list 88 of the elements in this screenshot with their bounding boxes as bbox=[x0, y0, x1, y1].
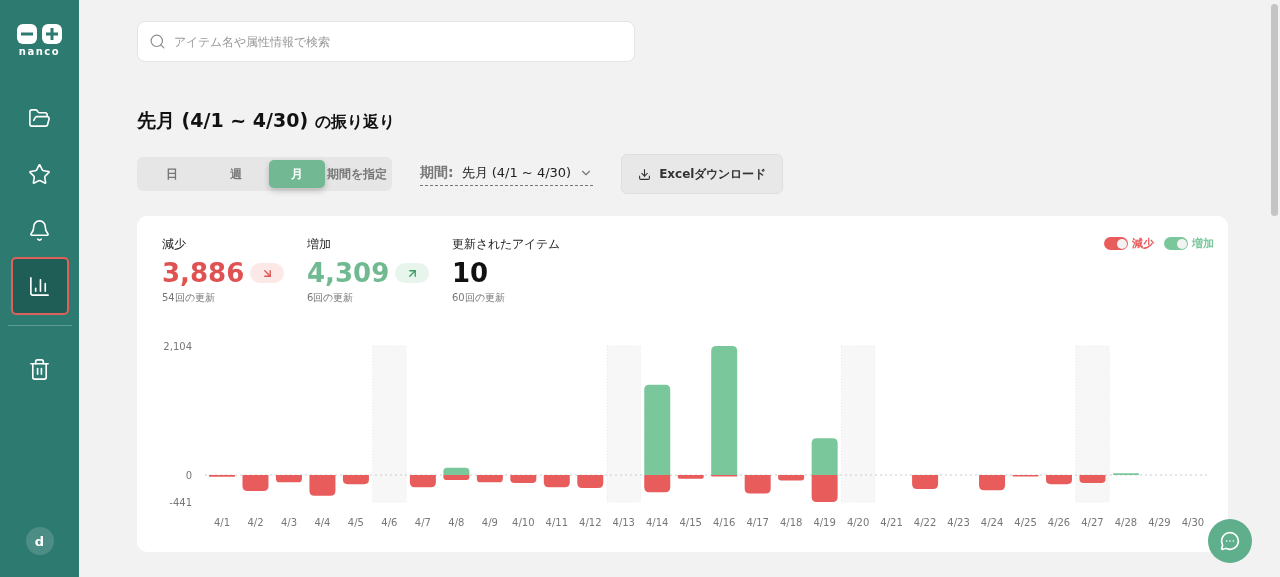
period-tab[interactable]: 期間を指定 bbox=[324, 160, 389, 188]
y-tick-label: 2,104 bbox=[163, 341, 192, 352]
x-tick-label: 4/27 bbox=[1081, 517, 1104, 528]
star-icon bbox=[28, 162, 51, 186]
excel-download-button[interactable]: Excelダウンロード bbox=[621, 154, 784, 194]
legend-toggle[interactable] bbox=[1104, 237, 1128, 250]
x-tick-label: 4/12 bbox=[579, 517, 602, 528]
x-tick-label: 4/25 bbox=[1014, 517, 1037, 528]
folder-icon bbox=[28, 106, 51, 130]
bar bbox=[409, 475, 436, 488]
x-tick-label: 4/17 bbox=[746, 517, 769, 528]
bar bbox=[242, 475, 269, 491]
bar bbox=[811, 475, 838, 503]
bar bbox=[979, 475, 1006, 491]
user-avatar[interactable]: d bbox=[25, 527, 54, 555]
bell-icon bbox=[28, 218, 51, 242]
stat-value: 3,886 bbox=[162, 257, 245, 289]
y-tick-label: 0 bbox=[185, 470, 192, 481]
x-tick-label: 4/19 bbox=[813, 517, 836, 528]
period-dropdown[interactable]: 期間: 先月 (4/1 ~ 4/30) bbox=[420, 162, 594, 186]
bar bbox=[1079, 475, 1106, 483]
search-field[interactable]: アイテム名や属性情報で検索 bbox=[137, 21, 635, 62]
x-tick-label: 4/1 bbox=[213, 517, 231, 528]
x-tick-label: 4/26 bbox=[1047, 517, 1071, 528]
bar bbox=[543, 475, 570, 488]
x-tick-label: 4/23 bbox=[947, 517, 970, 528]
x-tick-label: 4/9 bbox=[481, 517, 498, 528]
bar bbox=[577, 475, 604, 488]
x-tick-label: 4/22 bbox=[913, 517, 937, 528]
stat-value: 10 bbox=[452, 257, 489, 289]
stat-subtext: 6回の更新 bbox=[307, 291, 355, 305]
x-tick-label: 4/15 bbox=[679, 517, 702, 528]
chat-button[interactable] bbox=[1208, 519, 1252, 563]
logo-text: nanco bbox=[18, 46, 61, 57]
stat-label: 増加 bbox=[307, 236, 332, 253]
period-label: 期間: bbox=[420, 164, 454, 182]
download-icon bbox=[638, 167, 652, 181]
legend-label: 減少 bbox=[1132, 236, 1154, 251]
trash-icon bbox=[28, 357, 51, 381]
legend-toggle[interactable] bbox=[1164, 237, 1188, 250]
stat-label: 減少 bbox=[162, 236, 187, 253]
x-tick-label: 4/3 bbox=[280, 517, 297, 528]
x-tick-label: 4/29 bbox=[1148, 517, 1171, 528]
stat-label: 更新されたアイテム bbox=[452, 236, 561, 253]
chat-icon bbox=[1220, 531, 1240, 551]
stat-subtext: 54回の更新 bbox=[162, 291, 216, 305]
search-icon bbox=[149, 33, 166, 50]
stat-subtext: 60回の更新 bbox=[452, 291, 506, 305]
period-tab[interactable]: 週 bbox=[204, 160, 269, 188]
bar bbox=[912, 475, 939, 490]
x-tick-label: 4/16 bbox=[712, 517, 736, 528]
period-tab[interactable]: 日 bbox=[140, 160, 205, 188]
bar bbox=[744, 475, 771, 494]
x-tick-label: 4/2 bbox=[247, 517, 264, 528]
bar bbox=[1046, 475, 1072, 485]
bar-chart-icon bbox=[28, 274, 51, 298]
x-tick-label: 4/11 bbox=[545, 517, 569, 528]
x-tick-label: 4/20 bbox=[846, 517, 870, 528]
x-tick-label: 4/24 bbox=[980, 517, 1004, 528]
x-tick-label: 4/18 bbox=[779, 517, 803, 528]
x-tick-label: 4/28 bbox=[1114, 517, 1138, 528]
x-tick-label: 4/13 bbox=[612, 517, 635, 528]
bar bbox=[510, 475, 537, 483]
x-tick-label: 4/7 bbox=[414, 517, 431, 528]
bar bbox=[778, 475, 805, 481]
bar bbox=[342, 475, 369, 485]
y-tick-label: -441 bbox=[169, 497, 192, 509]
x-tick-label: 4/4 bbox=[314, 517, 331, 528]
bar bbox=[275, 475, 302, 483]
x-tick-label: 4/30 bbox=[1181, 517, 1205, 528]
x-tick-label: 4/5 bbox=[347, 517, 364, 528]
scrollbar-thumb[interactable] bbox=[1270, 4, 1278, 216]
bar bbox=[811, 438, 838, 475]
x-tick-label: 4/14 bbox=[646, 517, 669, 528]
x-tick-label: 4/21 bbox=[880, 517, 903, 528]
period-tab[interactable]: 月 bbox=[268, 160, 325, 188]
x-tick-label: 4/6 bbox=[381, 517, 398, 528]
period-value: 先月 (4/1 ~ 4/30) bbox=[461, 164, 572, 182]
x-tick-label: 4/10 bbox=[512, 517, 535, 528]
stat-value: 4,309 bbox=[307, 257, 390, 289]
sidebar-item[interactable] bbox=[10, 257, 69, 315]
logo-icon bbox=[16, 24, 63, 44]
legend-label: 増加 bbox=[1192, 236, 1214, 251]
bar bbox=[476, 475, 503, 483]
bar bbox=[677, 475, 704, 479]
bar bbox=[309, 475, 336, 496]
page-title: 先月 (4/1 ~ 4/30) の振り返り bbox=[137, 108, 396, 133]
x-tick-label: 4/8 bbox=[448, 517, 465, 528]
